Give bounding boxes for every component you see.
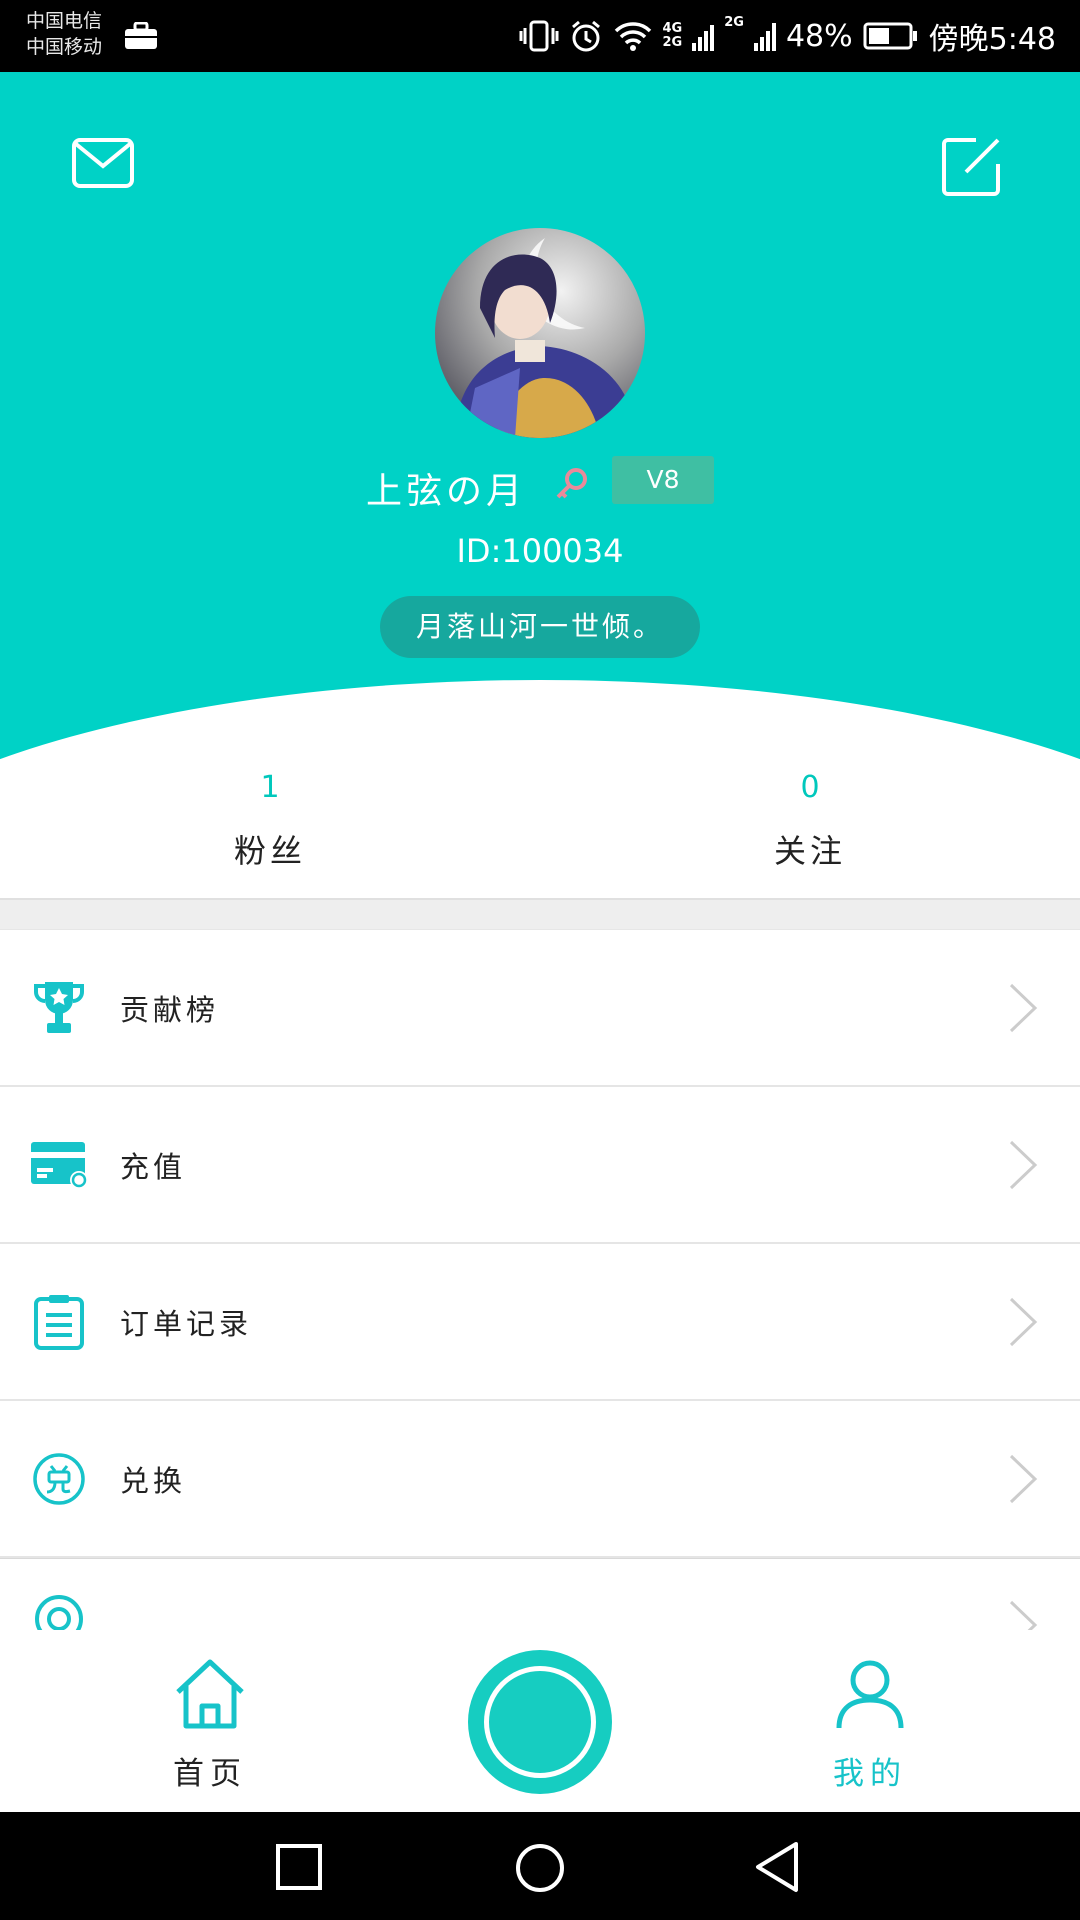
nav-mine-label: 我的 [833,1756,907,1792]
fans-label: 粉丝 [233,832,306,870]
fans-stat[interactable]: 1 粉丝 [0,760,540,872]
recents-button-icon[interactable] [274,1842,324,1892]
edit-icon[interactable] [940,134,1004,198]
clock: 傍晚5:48 [928,22,1056,57]
carrier-1: 中国电信 [26,10,103,32]
clipboard-icon [28,1291,90,1353]
center-ring [484,1666,596,1778]
home-button-icon[interactable] [514,1842,566,1894]
card-icon [28,1134,90,1196]
alarm-icon [569,19,603,53]
profile-header: 上弦の月 V8 ID:100034 月落山河一世倾。 [0,72,1080,780]
exchange-icon [28,1448,90,1510]
network-type-2: 2G [724,15,744,30]
home-icon [176,1659,244,1729]
menu-label: 订单记录 [120,1306,253,1341]
nav-mine[interactable]: 我的 [810,1630,930,1812]
battery-percent: 48% [785,18,853,54]
key-icon [556,468,587,499]
signature: 月落山河一世倾。 [380,596,700,658]
mail-icon[interactable] [72,138,134,188]
fans-count: 1 [260,770,280,805]
menu-label: 充值 [120,1149,187,1184]
following-count: 0 [800,770,820,805]
carrier-info: 中国电信 中国移动 [26,8,102,60]
person-icon [836,1660,904,1729]
stats-row: 1 粉丝 0 关注 [0,760,1080,900]
menu-item-partial[interactable] [0,1558,1080,1630]
trophy-icon [28,977,90,1039]
back-button-icon[interactable] [752,1840,802,1894]
partial-icon [28,1588,90,1630]
chevron-right-icon [1009,1600,1038,1630]
menu-item-orders[interactable]: 订单记录 [0,1244,1080,1401]
status-icons: 4G 2G 2G 48% 傍晚5:48 [519,14,1056,58]
battery-icon [863,21,919,51]
briefcase-icon [125,22,157,49]
nav-home[interactable]: 首页 [150,1630,270,1812]
chevron-right-icon [1009,983,1038,1032]
vibrate-icon [519,19,559,53]
following-stat[interactable]: 0 关注 [540,760,1080,872]
menu-item-recharge[interactable]: 充值 [0,1087,1080,1244]
section-divider [0,898,1080,930]
signal-2-icon [753,21,776,51]
menu-item-contribution[interactable]: 贡献榜 [0,930,1080,1087]
menu-label: 兑换 [120,1463,187,1498]
chevron-right-icon [1009,1297,1038,1346]
chevron-right-icon [1009,1454,1038,1503]
following-label: 关注 [773,832,846,870]
chevron-right-icon [1009,1140,1038,1189]
carrier-2: 中国移动 [26,36,103,58]
bottom-nav: 首页 我的 [0,1630,1080,1812]
network-type-1: 4G 2G [662,21,683,50]
center-action-button[interactable] [468,1650,612,1794]
name-row: 上弦の月 V8 [0,454,1080,514]
signal-1-icon [692,21,715,51]
nav-home-label: 首页 [173,1756,247,1792]
user-id: ID:100034 [456,532,624,570]
status-bar: 中国电信 中国移动 4G 2G 2G 48% 傍晚5:48 [0,0,1080,72]
menu-list: 贡献榜 充值 订单记录 兑换 [0,930,1080,1630]
level-badge: V8 [612,456,714,504]
system-nav-bar [0,1812,1080,1920]
username: 上弦の月 [366,471,527,512]
wifi-icon [613,20,653,52]
menu-label: 贡献榜 [120,992,220,1027]
avatar[interactable] [435,228,645,438]
menu-item-exchange[interactable]: 兑换 [0,1401,1080,1558]
